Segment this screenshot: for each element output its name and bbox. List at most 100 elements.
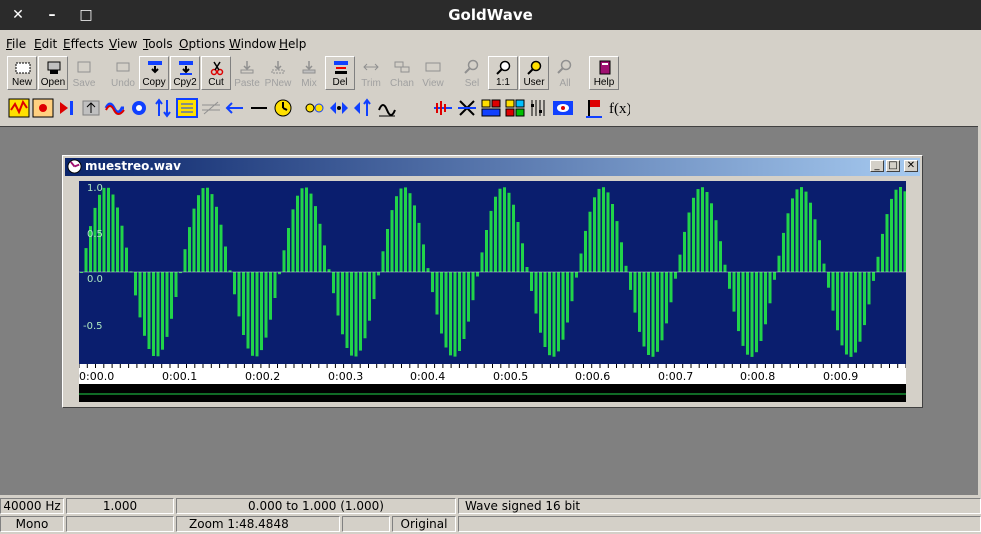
waveform-sample — [336, 272, 340, 316]
waveform-sample — [728, 272, 731, 289]
bars-icon[interactable] — [528, 96, 550, 120]
copy-button[interactable]: Copy — [139, 56, 169, 90]
mix-button[interactable]: Mix — [294, 56, 324, 90]
waveform-sample — [674, 272, 677, 279]
waveform-sample — [579, 253, 583, 272]
waveform-sample — [480, 252, 484, 272]
time-label: 0:00.3 — [328, 370, 363, 383]
delete-icon — [334, 61, 348, 74]
zoom-1-1-button[interactable]: 1:1 — [488, 56, 518, 90]
zoom-selection-button[interactable]: Sel — [457, 56, 487, 90]
waveform-sample — [570, 272, 574, 302]
waveform-sample — [885, 214, 889, 272]
cut-button[interactable]: Cut — [201, 56, 231, 90]
help-button[interactable]: Help — [589, 56, 619, 90]
document-caption[interactable]: muestreo.wav _ □ ✕ — [65, 158, 920, 176]
waveform-sample — [512, 204, 515, 272]
paste-button[interactable]: Paste — [232, 56, 262, 90]
spectrum-icon[interactable] — [504, 96, 526, 120]
waveform-sample — [557, 272, 560, 352]
waveform-sample — [854, 272, 857, 353]
waveform-sample — [111, 194, 115, 272]
transpose-icon[interactable] — [456, 96, 478, 120]
waveform-view[interactable]: 1.0 0.5 0.0 -0.5 — [79, 181, 906, 364]
waveform-sample — [566, 272, 569, 323]
eye-icon[interactable] — [552, 96, 574, 120]
time-label: 0:00.0 — [79, 370, 114, 383]
doc-maximize-button[interactable]: □ — [886, 160, 900, 172]
waveform-sample — [786, 213, 790, 272]
waveform-sample — [102, 187, 106, 272]
menu-view[interactable]: View — [109, 37, 137, 51]
waveform-svg: 1.0 0.5 0.0 -0.5 — [79, 183, 906, 357]
trim-button[interactable]: Trim — [356, 56, 386, 90]
open-button[interactable]: Open — [38, 56, 68, 90]
waveform-sample — [201, 188, 205, 272]
doppler-icon[interactable] — [432, 96, 454, 120]
view-button[interactable]: View — [418, 56, 448, 90]
waveform-sample — [827, 272, 830, 288]
line-icon[interactable] — [248, 96, 270, 120]
gear-icon[interactable] — [128, 96, 150, 120]
menu-edit[interactable]: Edit — [34, 37, 57, 51]
overview-bar[interactable] — [79, 384, 906, 402]
waveform-sample — [377, 272, 380, 276]
left-arrow-icon[interactable] — [224, 96, 246, 120]
equalizer-icon[interactable] — [176, 96, 198, 120]
menu-help[interactable]: Help — [279, 37, 306, 51]
save-button[interactable]: Save — [69, 56, 99, 90]
waveform-sample — [845, 272, 848, 355]
wave-icon[interactable] — [104, 96, 126, 120]
flange-icon[interactable] — [328, 96, 350, 120]
waveform-sample — [840, 272, 844, 346]
waveform-sample — [498, 188, 502, 272]
copy2-icon — [179, 61, 193, 75]
effect-1-icon[interactable] — [8, 96, 30, 120]
mixer-icon[interactable] — [480, 96, 502, 120]
effect-2-icon[interactable] — [32, 96, 54, 120]
waveform-sample — [863, 272, 866, 326]
waveform-sample — [84, 248, 88, 272]
marker-icon[interactable] — [584, 96, 606, 120]
waveform-sample — [309, 193, 313, 272]
paste-new-button[interactable]: PNew — [263, 56, 293, 90]
filter-icon[interactable] — [200, 96, 222, 120]
waveform-sample — [314, 206, 317, 272]
menu-file[interactable]: File — [6, 37, 26, 51]
waveform-sample — [525, 267, 529, 272]
fx-icon[interactable]: f(x) — [608, 96, 630, 120]
waveform-sample — [669, 272, 673, 303]
zoom-all-button[interactable]: All — [550, 56, 580, 90]
delete-button[interactable]: Del — [325, 56, 355, 90]
waveform-sample — [773, 272, 776, 280]
time-label: 0:00.9 — [823, 370, 858, 383]
undo-button[interactable]: Undo — [108, 56, 138, 90]
menu-effects[interactable]: Effects — [63, 37, 104, 51]
copy2-button[interactable]: Cpy2 — [170, 56, 200, 90]
waveform-sample — [692, 197, 695, 272]
zoom-user-button[interactable]: User — [519, 56, 549, 90]
waveform-sample — [503, 187, 506, 272]
doc-close-button[interactable]: ✕ — [904, 160, 918, 172]
waveform-sample — [899, 187, 902, 272]
volume-icon[interactable] — [80, 96, 102, 120]
pitch-icon[interactable] — [352, 96, 374, 120]
waveform-sample — [530, 272, 533, 291]
channel-button[interactable]: Chan — [387, 56, 417, 90]
waveform-sample — [813, 219, 817, 272]
timer-icon[interactable] — [272, 96, 294, 120]
menu-tools[interactable]: Tools — [143, 37, 173, 51]
time-ruler[interactable]: 0:00.0 0:00.1 0:00.2 0:00.3 0:00.4 0:00.… — [78, 364, 907, 384]
doc-minimize-button[interactable]: _ — [870, 160, 884, 172]
waveform-sample — [732, 272, 736, 312]
waveform-sample — [638, 272, 641, 332]
waveform-sample — [543, 272, 547, 347]
new-button[interactable]: New — [7, 56, 37, 90]
waveform-sample — [588, 211, 592, 272]
updown-icon[interactable] — [152, 96, 174, 120]
reverse-icon[interactable] — [56, 96, 78, 120]
resample-icon[interactable] — [376, 96, 398, 120]
menu-window[interactable]: Window — [229, 37, 276, 51]
menu-options[interactable]: Options — [179, 37, 225, 51]
echo-icon[interactable] — [304, 96, 326, 120]
